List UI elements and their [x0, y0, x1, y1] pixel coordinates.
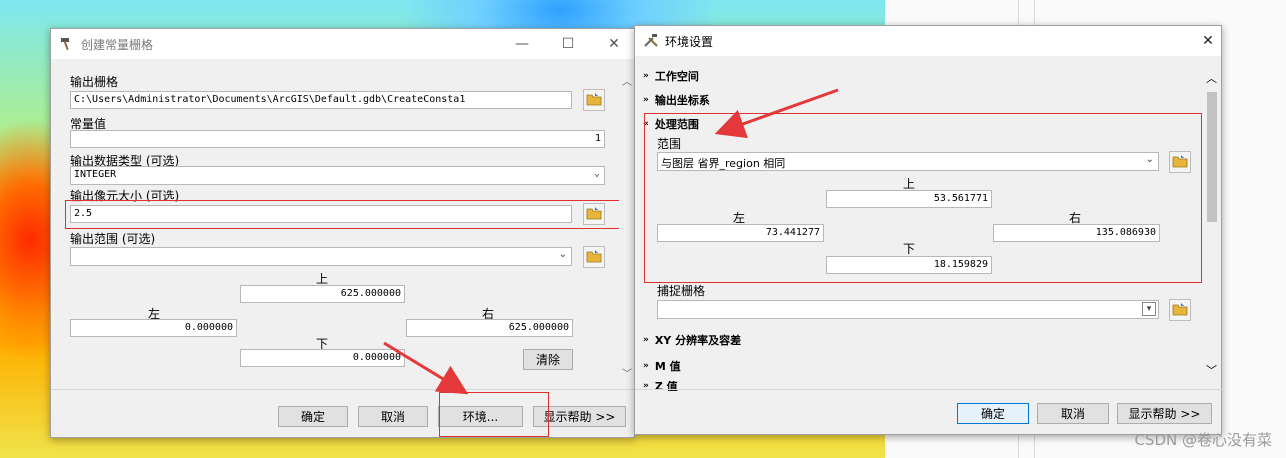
section-output-coordinates[interactable]: » 输出坐标系	[643, 92, 710, 108]
right-input[interactable]: 135.086930	[993, 224, 1160, 242]
dropdown-arrow-icon: ▾	[1142, 302, 1156, 316]
snap-raster-select[interactable]: ▾	[657, 300, 1159, 319]
left-input[interactable]: 0.000000	[70, 319, 237, 337]
output-raster-input[interactable]: C:\Users\Administrator\Documents\ArcGIS\…	[70, 91, 572, 109]
right-input[interactable]: 625.000000	[406, 319, 573, 337]
folder-icon	[1172, 154, 1188, 171]
environment-settings-dialog: 环境设置 ✕ » 工作空间 » 输出坐标系 « 处理范围 范围 与图层 省界_r…	[634, 25, 1223, 435]
browse-output-button[interactable]	[583, 89, 605, 111]
extent-value: 与图层 省界_region 相同	[661, 157, 786, 170]
chevron-down-icon: ⌄	[1145, 154, 1154, 165]
title-bar: 环境设置 ✕	[635, 26, 1221, 56]
left-input[interactable]: 73.441277	[657, 224, 824, 242]
snap-raster-label: 捕捉栅格	[657, 284, 706, 298]
bottom-input[interactable]: 0.000000	[240, 349, 405, 367]
chevron-double-down-icon: »	[643, 71, 649, 81]
section-m-values[interactable]: » M 值	[643, 358, 681, 374]
data-type-value: INTEGER	[74, 169, 117, 180]
data-type-select[interactable]: INTEGER ⌄	[70, 166, 605, 185]
extent-label: 范围	[657, 137, 682, 151]
scrollbar-thumb[interactable]	[1207, 92, 1217, 222]
chevron-down-icon: ⌄	[558, 249, 567, 260]
maximize-button[interactable]: ☐	[545, 29, 591, 59]
cancel-button[interactable]: 取消	[358, 406, 428, 427]
scroll-down-icon[interactable]: ﹀	[1206, 362, 1217, 378]
create-constant-raster-dialog: 创建常量栅格 — ☐ ✕ 输出栅格 C:\Users\Administrator…	[50, 28, 636, 438]
folder-icon	[586, 249, 602, 266]
chevron-double-down-icon: »	[643, 361, 649, 371]
top-input[interactable]: 53.561771	[826, 190, 992, 208]
footer-divider	[635, 389, 1223, 390]
dialog-title: 创建常量栅格	[81, 37, 154, 52]
folder-icon	[586, 92, 602, 109]
bottom-input[interactable]: 18.159829	[826, 256, 992, 274]
browse-extent-button[interactable]	[583, 246, 605, 268]
cancel-button[interactable]: 取消	[1037, 403, 1109, 424]
footer-divider	[51, 389, 636, 390]
section-label: 输出坐标系	[654, 94, 710, 107]
close-button[interactable]: ✕	[591, 29, 637, 59]
chevron-down-icon: ⌄	[593, 168, 600, 179]
title-bar: 创建常量栅格 — ☐ ✕	[51, 29, 634, 59]
close-button[interactable]: ✕	[1185, 26, 1231, 56]
show-help-button[interactable]: 显示帮助 >>	[1117, 403, 1212, 424]
highlight-box	[439, 392, 549, 437]
extent-label: 输出范围 (可选)	[70, 232, 156, 246]
section-label: XY 分辨率及容差	[654, 334, 742, 347]
scrollbar[interactable]	[619, 59, 635, 384]
minimize-button[interactable]: —	[499, 29, 545, 59]
section-label: M 值	[654, 360, 681, 373]
ok-button[interactable]: 确定	[278, 406, 348, 427]
ok-button[interactable]: 确定	[957, 403, 1029, 424]
chevron-double-down-icon: »	[643, 95, 649, 105]
watermark: CSDN @卷心没有菜	[1134, 431, 1272, 449]
tools-icon	[643, 32, 659, 51]
section-xy-resolution[interactable]: » XY 分辨率及容差	[643, 332, 741, 348]
scroll-down-icon[interactable]: ﹀	[622, 365, 632, 380]
dialog-title: 环境设置	[665, 34, 714, 49]
browse-snap-raster-button[interactable]	[1169, 299, 1191, 321]
chevron-double-down-icon: »	[643, 335, 649, 345]
highlight-box	[65, 200, 620, 229]
clear-button[interactable]: 清除	[523, 349, 573, 370]
scroll-up-icon[interactable]: ︿	[622, 73, 632, 88]
extent-select[interactable]: ⌄	[70, 247, 572, 266]
section-workspace[interactable]: » 工作空间	[643, 68, 699, 84]
bottom-label: 下	[903, 242, 916, 256]
browse-extent-button[interactable]	[1169, 151, 1191, 173]
folder-icon	[1172, 302, 1188, 319]
constant-input[interactable]: 1	[70, 130, 605, 148]
output-raster-label: 输出栅格	[70, 75, 119, 89]
extent-select[interactable]: 与图层 省界_region 相同 ⌄	[657, 152, 1159, 171]
hammer-icon	[59, 35, 75, 54]
top-input[interactable]: 625.000000	[240, 285, 405, 303]
section-label: 工作空间	[654, 70, 699, 83]
scroll-up-icon[interactable]: ︿	[1206, 70, 1217, 86]
